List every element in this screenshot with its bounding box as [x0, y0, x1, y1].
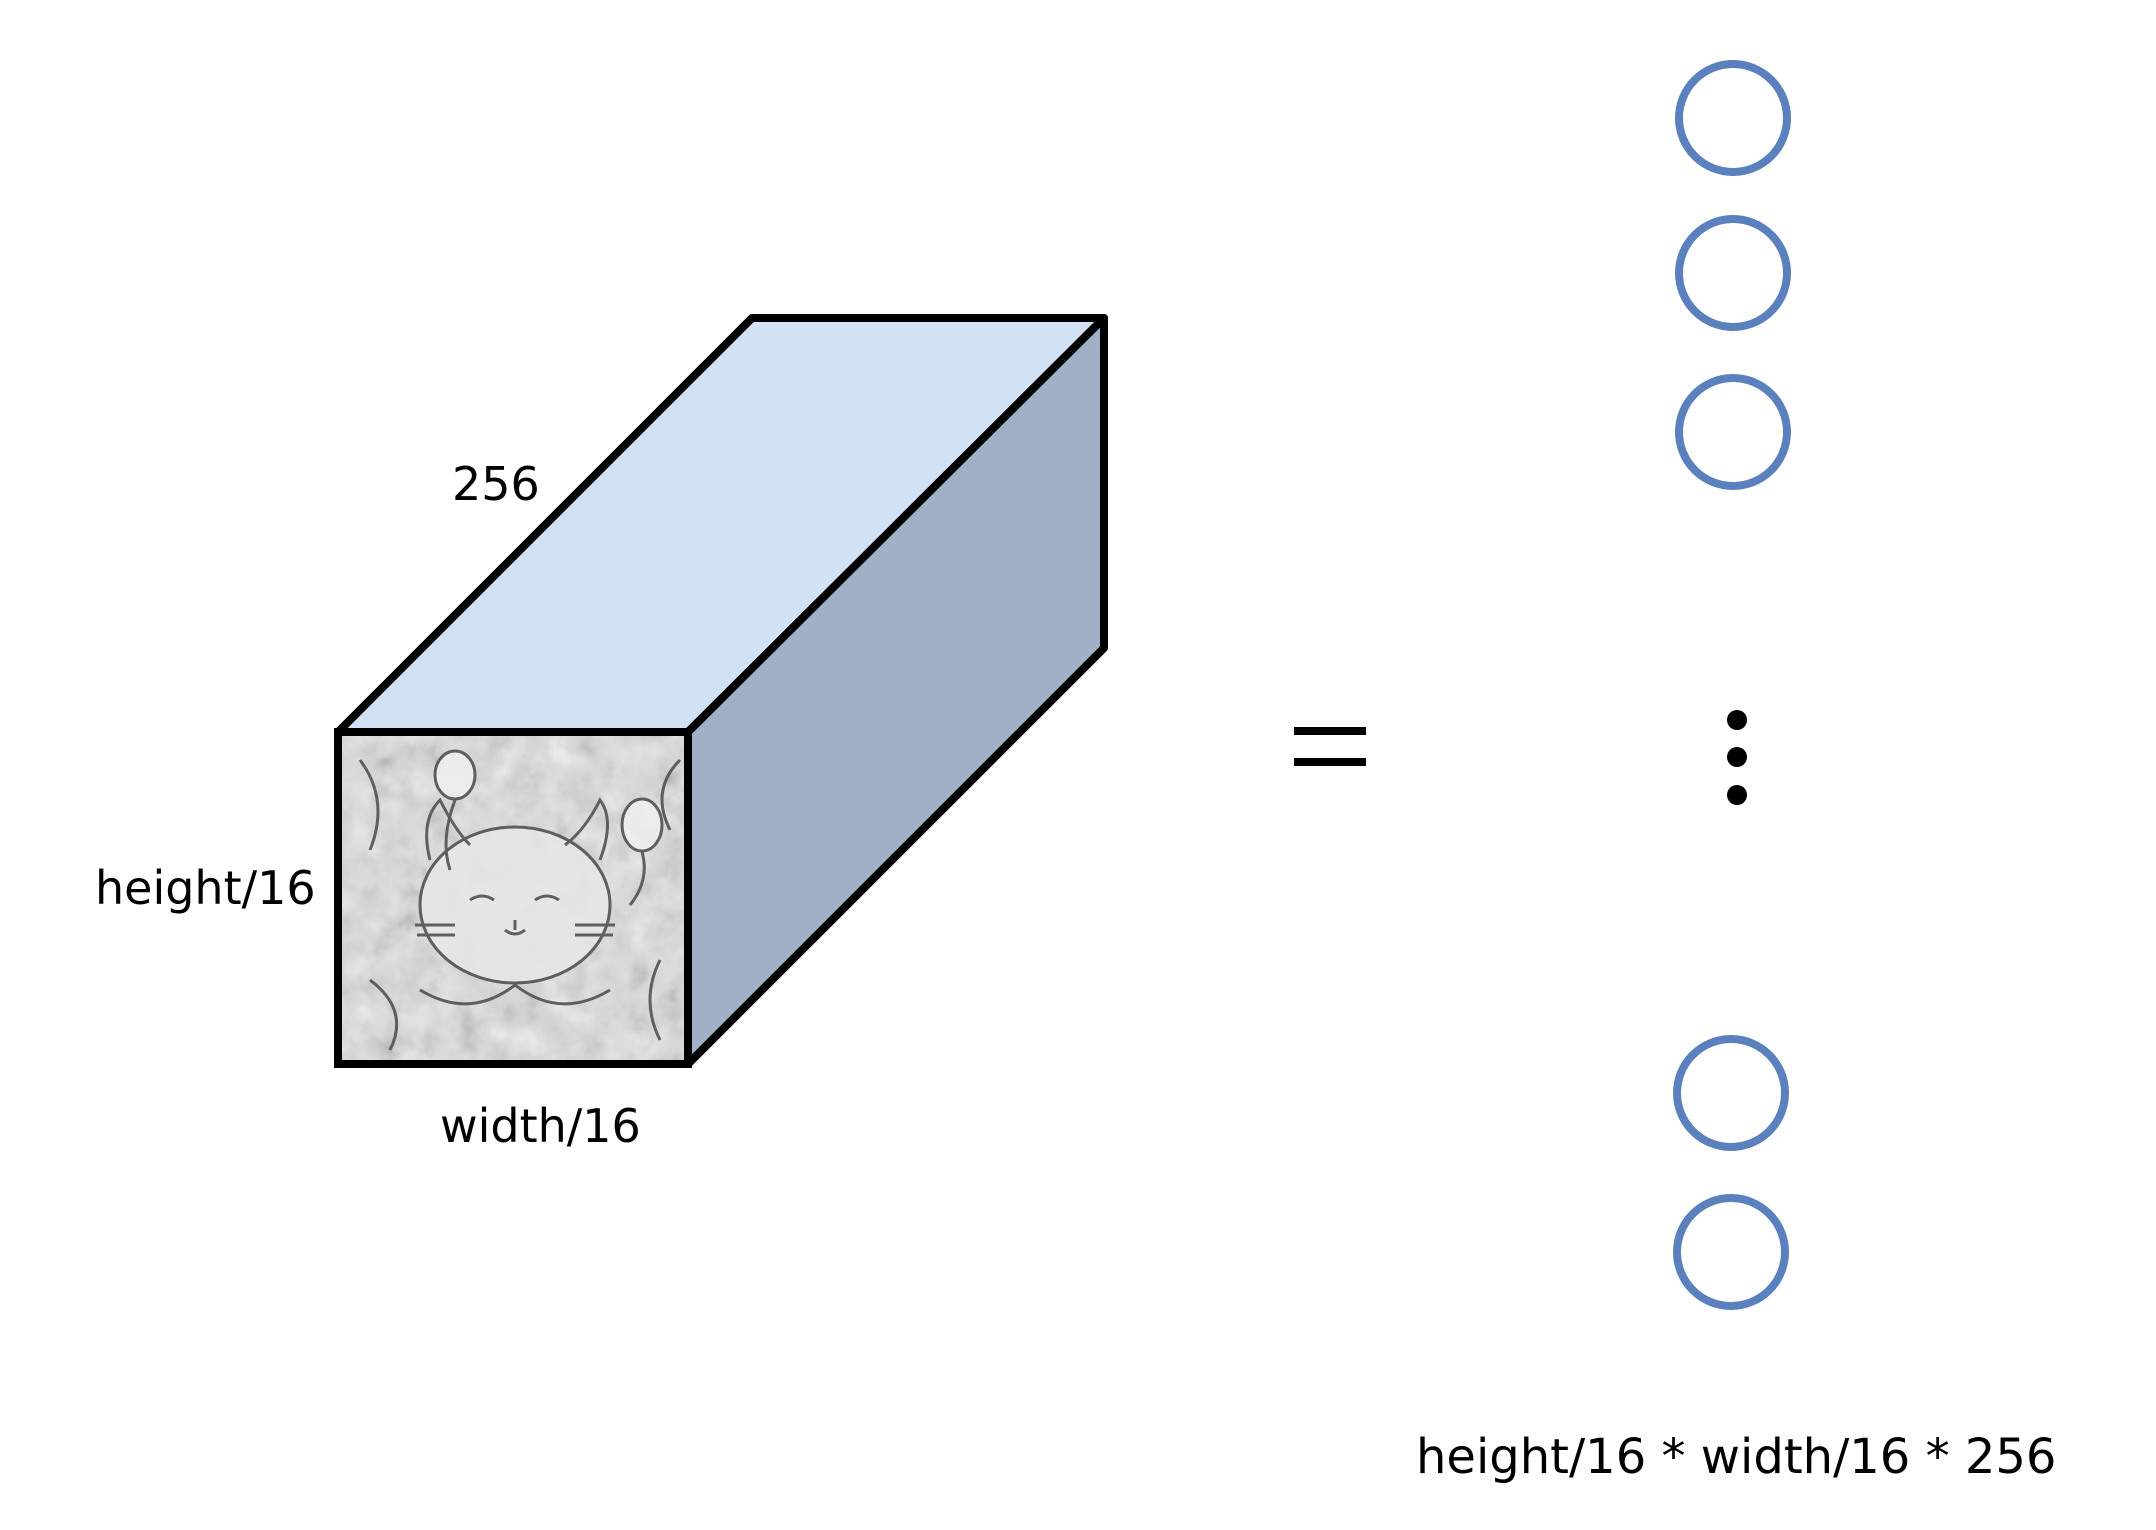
height-label: height/16 [95, 861, 316, 915]
vertical-ellipsis-icon [1727, 710, 1747, 805]
vector-node [1673, 1035, 1789, 1151]
depth-label: 256 [452, 457, 540, 511]
vector-node [1673, 1194, 1789, 1310]
vector-node [1675, 60, 1791, 176]
cat-feature-image [340, 732, 686, 1064]
vector-node [1675, 215, 1791, 331]
vector-size-label: height/16 * width/16 * 256 [1416, 1429, 2056, 1485]
vector-node [1675, 374, 1791, 490]
equals-sign [1294, 727, 1366, 766]
flattened-vector [1673, 60, 1791, 1310]
feature-map-block [334, 314, 1108, 1068]
width-label: width/16 [440, 1099, 641, 1153]
feature-map-to-vector-diagram: 256 height/16 width/16 height/16 * width… [95, 60, 2056, 1485]
